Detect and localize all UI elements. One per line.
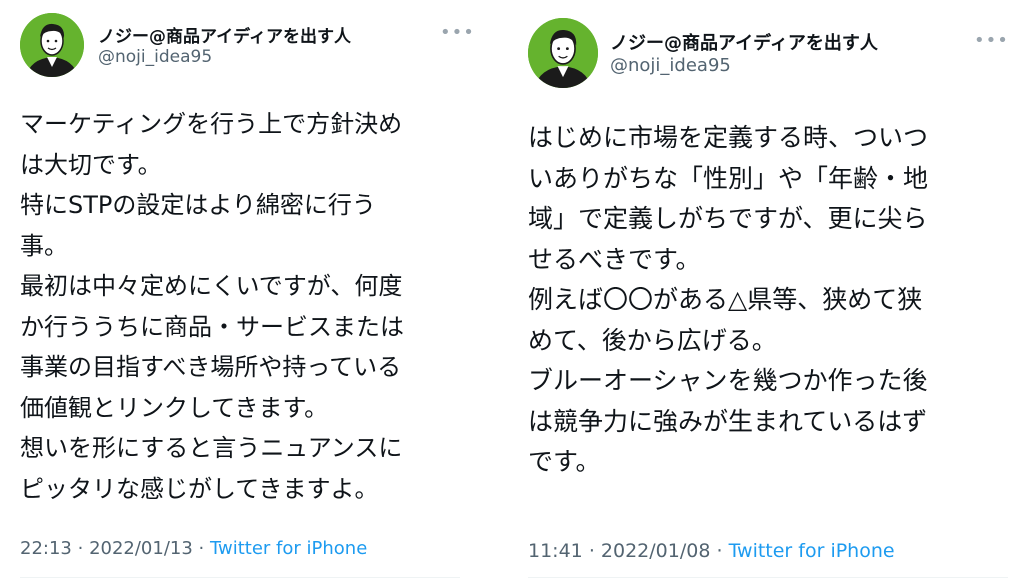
author-handle[interactable]: @noji_idea95 <box>610 55 731 76</box>
tweet-text-line: は競争力に強みが生まれているはず <box>528 406 928 436</box>
tweet-time[interactable]: 22:13 <box>20 538 72 559</box>
tweet-text: マーケティングを行う上で方針決め は大切です。 特にSTPの設定はより綿密に行う… <box>20 104 404 509</box>
meta-separator: · <box>716 540 729 562</box>
tweet-text-line: 価値観とリンクしてきます。 <box>20 393 329 422</box>
more-options-icon[interactable]: ••• <box>440 24 475 42</box>
tweet-text: はじめに市場を定義する時、ついつ いありがちな「性別」や「年齢・地 域」で定義し… <box>528 118 928 483</box>
tweet-text-line: 事業の目指すべき場所や持っている <box>20 353 402 381</box>
tweet-date[interactable]: 2022/01/08 <box>601 540 711 562</box>
more-options-icon[interactable]: ••• <box>974 32 1009 50</box>
tweet-text-line: マーケティングを行う上で方針決め <box>20 110 403 138</box>
tweet-text-line: はじめに市場を定義する時、ついつ <box>528 123 929 152</box>
tweet-card-right[interactable]: ノジー@商品アイディアを出す人 @noji_idea95 ••• はじめに市場を… <box>512 0 1028 578</box>
tweet-text-line: 特にSTPの設定はより綿密に行う <box>20 191 376 219</box>
meta-separator: · <box>588 540 601 562</box>
tweet-text-line: いありがちな「性別」や「年齢・地 <box>528 163 929 193</box>
tweet-text-line: ブルーオーシャンを幾つか作った後 <box>528 366 928 395</box>
author-name[interactable]: ノジー@商品アイディアを出す人 <box>98 22 351 47</box>
avatar[interactable] <box>528 18 598 88</box>
meta-separator: · <box>77 538 90 559</box>
tweet-text-line: 最初は中々定めにくいですが、何度 <box>20 272 403 300</box>
tweet-text-line: ピッタリな感じがしてきますよ。 <box>20 474 379 503</box>
author-name[interactable]: ノジー@商品アイディアを出す人 <box>610 29 878 55</box>
tweet-text-line: は大切です。 <box>20 150 162 179</box>
tweet-date[interactable]: 2022/01/13 <box>89 538 193 559</box>
tweet-text-line: 事。 <box>20 231 68 260</box>
tweet-text-line: 域」で定義しがちですが、更に尖ら <box>528 204 928 233</box>
tweet-text-line: か行ううちに商品・サービスまたは <box>20 312 404 341</box>
tweet-source-link[interactable]: Twitter for iPhone <box>210 538 367 559</box>
tweet-source-link[interactable]: Twitter for iPhone <box>729 540 895 562</box>
tweet-time[interactable]: 11:41 <box>528 540 583 562</box>
tweet-text-line: めて、後から広げる。 <box>528 325 777 355</box>
tweet-text-line: 例えば〇〇がある△県等、狭めて狭 <box>528 285 923 314</box>
tweet-text-line: 想いを形にすると言うニュアンスに <box>20 434 403 462</box>
tweet-meta: 11:41 · 2022/01/08 · Twitter for iPhone <box>528 540 895 562</box>
tweet-text-line: せるべきです。 <box>528 244 701 274</box>
meta-separator: · <box>198 538 210 559</box>
tweet-meta: 22:13 · 2022/01/13 · Twitter for iPhone <box>20 538 367 559</box>
avatar[interactable] <box>20 13 84 77</box>
tweet-text-line: です。 <box>528 447 601 476</box>
tweet-card-left[interactable]: ノジー@商品アイディアを出す人 @noji_idea95 ••• マーケティング… <box>0 0 474 578</box>
author-handle[interactable]: @noji_idea95 <box>98 47 212 67</box>
